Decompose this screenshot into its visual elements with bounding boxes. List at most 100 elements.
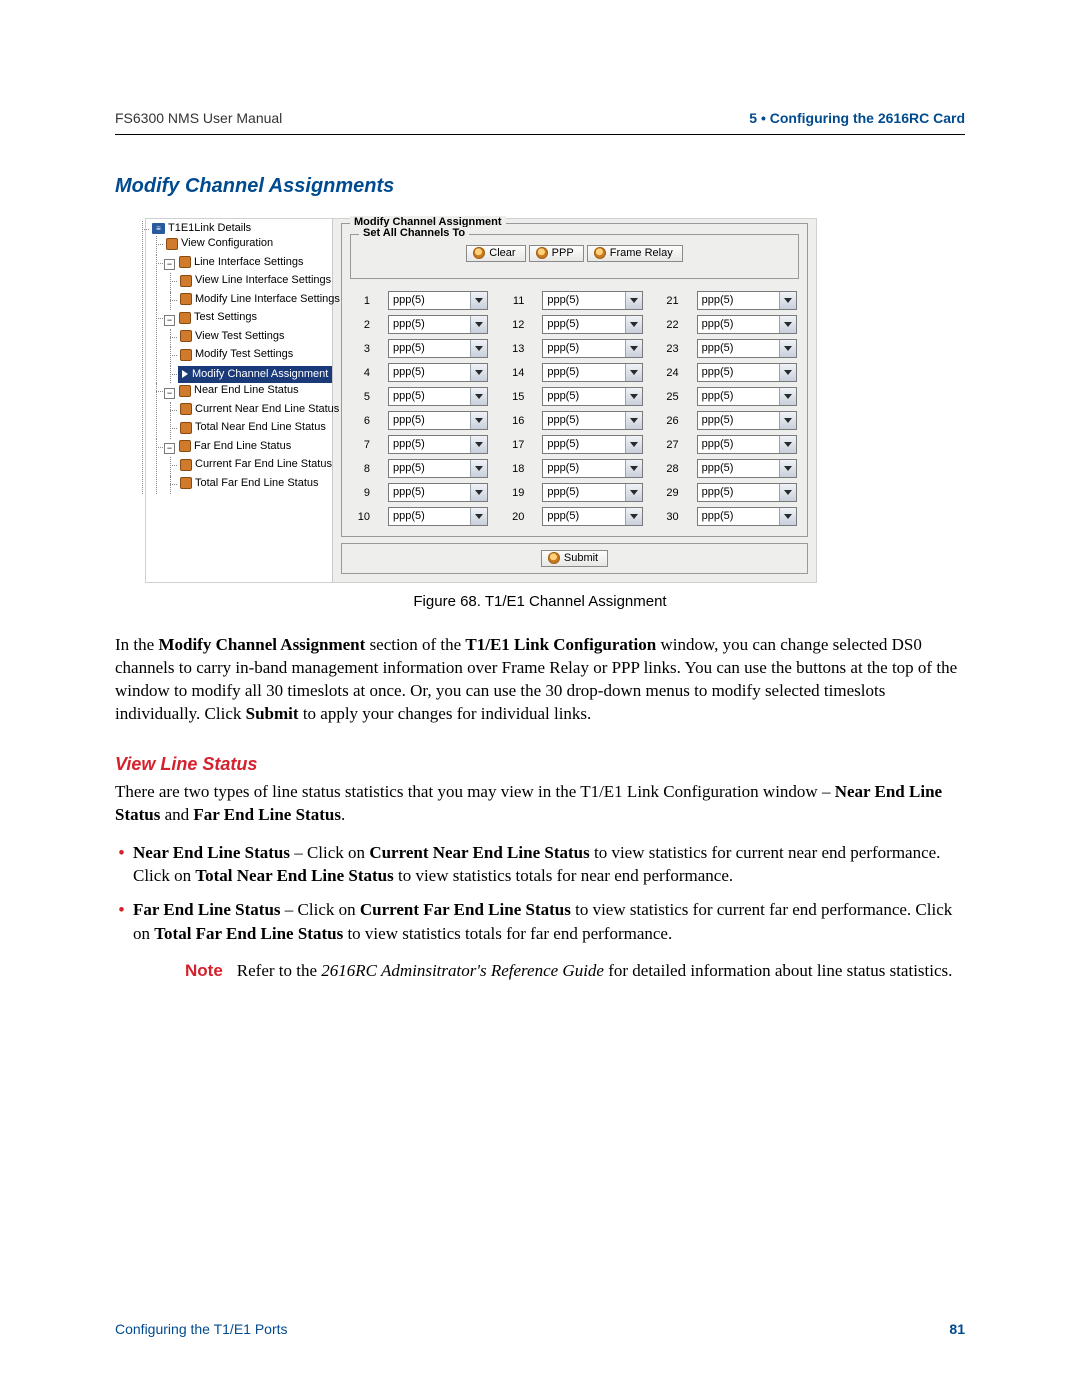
channel-value: ppp(5) <box>543 460 624 477</box>
bullet-list: Near End Line Status – Click on Current … <box>115 841 965 946</box>
channel-select-26[interactable]: ppp(5) <box>697 411 797 430</box>
tree-toggle[interactable]: − <box>164 259 175 270</box>
tree-root[interactable]: ≡T1E1Link Details <box>150 221 253 236</box>
channel-value: ppp(5) <box>543 436 624 453</box>
channel-select-21[interactable]: ppp(5) <box>697 291 797 310</box>
chevron-down-icon <box>625 508 642 525</box>
tree-item-mod-line-if[interactable]: Modify Line Interface Settings <box>178 292 342 307</box>
channel-value: ppp(5) <box>389 388 470 405</box>
channel-select-27[interactable]: ppp(5) <box>697 435 797 454</box>
footer-left: Configuring the T1/E1 Ports <box>115 1321 288 1337</box>
btn-label: Submit <box>564 552 598 564</box>
channel-select-18[interactable]: ppp(5) <box>542 459 642 478</box>
chevron-down-icon <box>625 340 642 357</box>
channel-number: 13 <box>506 343 524 355</box>
channel-value: ppp(5) <box>698 388 779 405</box>
channel-number: 8 <box>352 463 370 475</box>
bullet-icon <box>180 422 192 434</box>
bullet-icon <box>179 256 191 268</box>
channel-select-2[interactable]: ppp(5) <box>388 315 488 334</box>
tree-item-tot-near[interactable]: Total Near End Line Status <box>178 420 328 435</box>
tree-toggle[interactable]: − <box>164 315 175 326</box>
channel-select-7[interactable]: ppp(5) <box>388 435 488 454</box>
tree-label: View Line Interface Settings <box>195 273 331 288</box>
tree-label: Near End Line Status <box>194 383 299 398</box>
channel-number: 29 <box>661 487 679 499</box>
channel-number: 9 <box>352 487 370 499</box>
tree-item-tot-far[interactable]: Total Far End Line Status <box>178 476 321 491</box>
tree-item-view-config[interactable]: View Configuration <box>164 236 275 251</box>
channel-value: ppp(5) <box>389 436 470 453</box>
channel-value: ppp(5) <box>389 508 470 525</box>
bullet-icon <box>180 349 192 361</box>
channel-select-9[interactable]: ppp(5) <box>388 483 488 502</box>
channel-select-14[interactable]: ppp(5) <box>542 363 642 382</box>
btn-label: Clear <box>489 247 515 259</box>
channel-select-23[interactable]: ppp(5) <box>697 339 797 358</box>
channel-select-12[interactable]: ppp(5) <box>542 315 642 334</box>
channel-select-5[interactable]: ppp(5) <box>388 387 488 406</box>
channel-select-30[interactable]: ppp(5) <box>697 507 797 526</box>
channel-value: ppp(5) <box>389 484 470 501</box>
screenshot: ≡T1E1Link Details View Configuration −Li… <box>145 218 965 583</box>
channel-value: ppp(5) <box>698 364 779 381</box>
channel-value: ppp(5) <box>543 316 624 333</box>
channel-number: 28 <box>661 463 679 475</box>
channel-select-3[interactable]: ppp(5) <box>388 339 488 358</box>
channel-number: 3 <box>352 343 370 355</box>
chevron-down-icon <box>779 412 796 429</box>
paragraph-2: There are two types of line status stati… <box>115 781 965 827</box>
tree-label: Test Settings <box>194 310 257 325</box>
submit-button[interactable]: Submit <box>541 550 608 567</box>
chevron-down-icon <box>625 364 642 381</box>
tree-item-view-line-if[interactable]: View Line Interface Settings <box>178 273 333 288</box>
ppp-button[interactable]: PPP <box>529 245 584 262</box>
channel-number: 22 <box>661 319 679 331</box>
frame-relay-button[interactable]: Frame Relay <box>587 245 683 262</box>
tree-toggle[interactable]: − <box>164 443 175 454</box>
tree-item-view-test[interactable]: View Test Settings <box>178 329 286 344</box>
tree-item-mod-test[interactable]: Modify Test Settings <box>178 347 295 362</box>
channel-number: 15 <box>506 391 524 403</box>
list-item: Near End Line Status – Click on Current … <box>133 841 965 889</box>
chevron-down-icon <box>470 388 487 405</box>
chevron-down-icon <box>779 340 796 357</box>
tree-item-mod-chan-active[interactable]: Modify Channel Assignment <box>178 366 332 383</box>
channel-number: 25 <box>661 391 679 403</box>
clear-button[interactable]: Clear <box>466 245 525 262</box>
channel-select-4[interactable]: ppp(5) <box>388 363 488 382</box>
channel-value: ppp(5) <box>389 340 470 357</box>
channel-select-8[interactable]: ppp(5) <box>388 459 488 478</box>
channel-select-24[interactable]: ppp(5) <box>697 363 797 382</box>
tree-toggle[interactable]: − <box>164 388 175 399</box>
tree-item-near[interactable]: Near End Line Status <box>177 383 301 398</box>
channel-select-16[interactable]: ppp(5) <box>542 411 642 430</box>
channel-select-15[interactable]: ppp(5) <box>542 387 642 406</box>
channel-select-13[interactable]: ppp(5) <box>542 339 642 358</box>
chevron-down-icon <box>470 292 487 309</box>
tree-label: View Configuration <box>181 236 273 251</box>
channel-select-28[interactable]: ppp(5) <box>697 459 797 478</box>
channel-select-19[interactable]: ppp(5) <box>542 483 642 502</box>
tree-item-far[interactable]: Far End Line Status <box>177 439 293 454</box>
tree-label: Current Far End Line Status <box>195 457 332 472</box>
tree-item-line-if[interactable]: Line Interface Settings <box>177 255 305 270</box>
channel-select-11[interactable]: ppp(5) <box>542 291 642 310</box>
chevron-down-icon <box>779 436 796 453</box>
channel-select-25[interactable]: ppp(5) <box>697 387 797 406</box>
tree-item-test-settings[interactable]: Test Settings <box>177 310 259 325</box>
tree-item-cur-near[interactable]: Current Near End Line Status <box>178 402 341 417</box>
chevron-down-icon <box>625 316 642 333</box>
channel-select-22[interactable]: ppp(5) <box>697 315 797 334</box>
channel-select-20[interactable]: ppp(5) <box>542 507 642 526</box>
bullet-icon <box>180 403 192 415</box>
channel-select-6[interactable]: ppp(5) <box>388 411 488 430</box>
section-title: Modify Channel Assignments <box>115 175 965 198</box>
channel-value: ppp(5) <box>698 460 779 477</box>
tree-item-cur-far[interactable]: Current Far End Line Status <box>178 457 334 472</box>
channel-select-10[interactable]: ppp(5) <box>388 507 488 526</box>
channel-value: ppp(5) <box>698 436 779 453</box>
channel-select-17[interactable]: ppp(5) <box>542 435 642 454</box>
channel-select-1[interactable]: ppp(5) <box>388 291 488 310</box>
channel-select-29[interactable]: ppp(5) <box>697 483 797 502</box>
